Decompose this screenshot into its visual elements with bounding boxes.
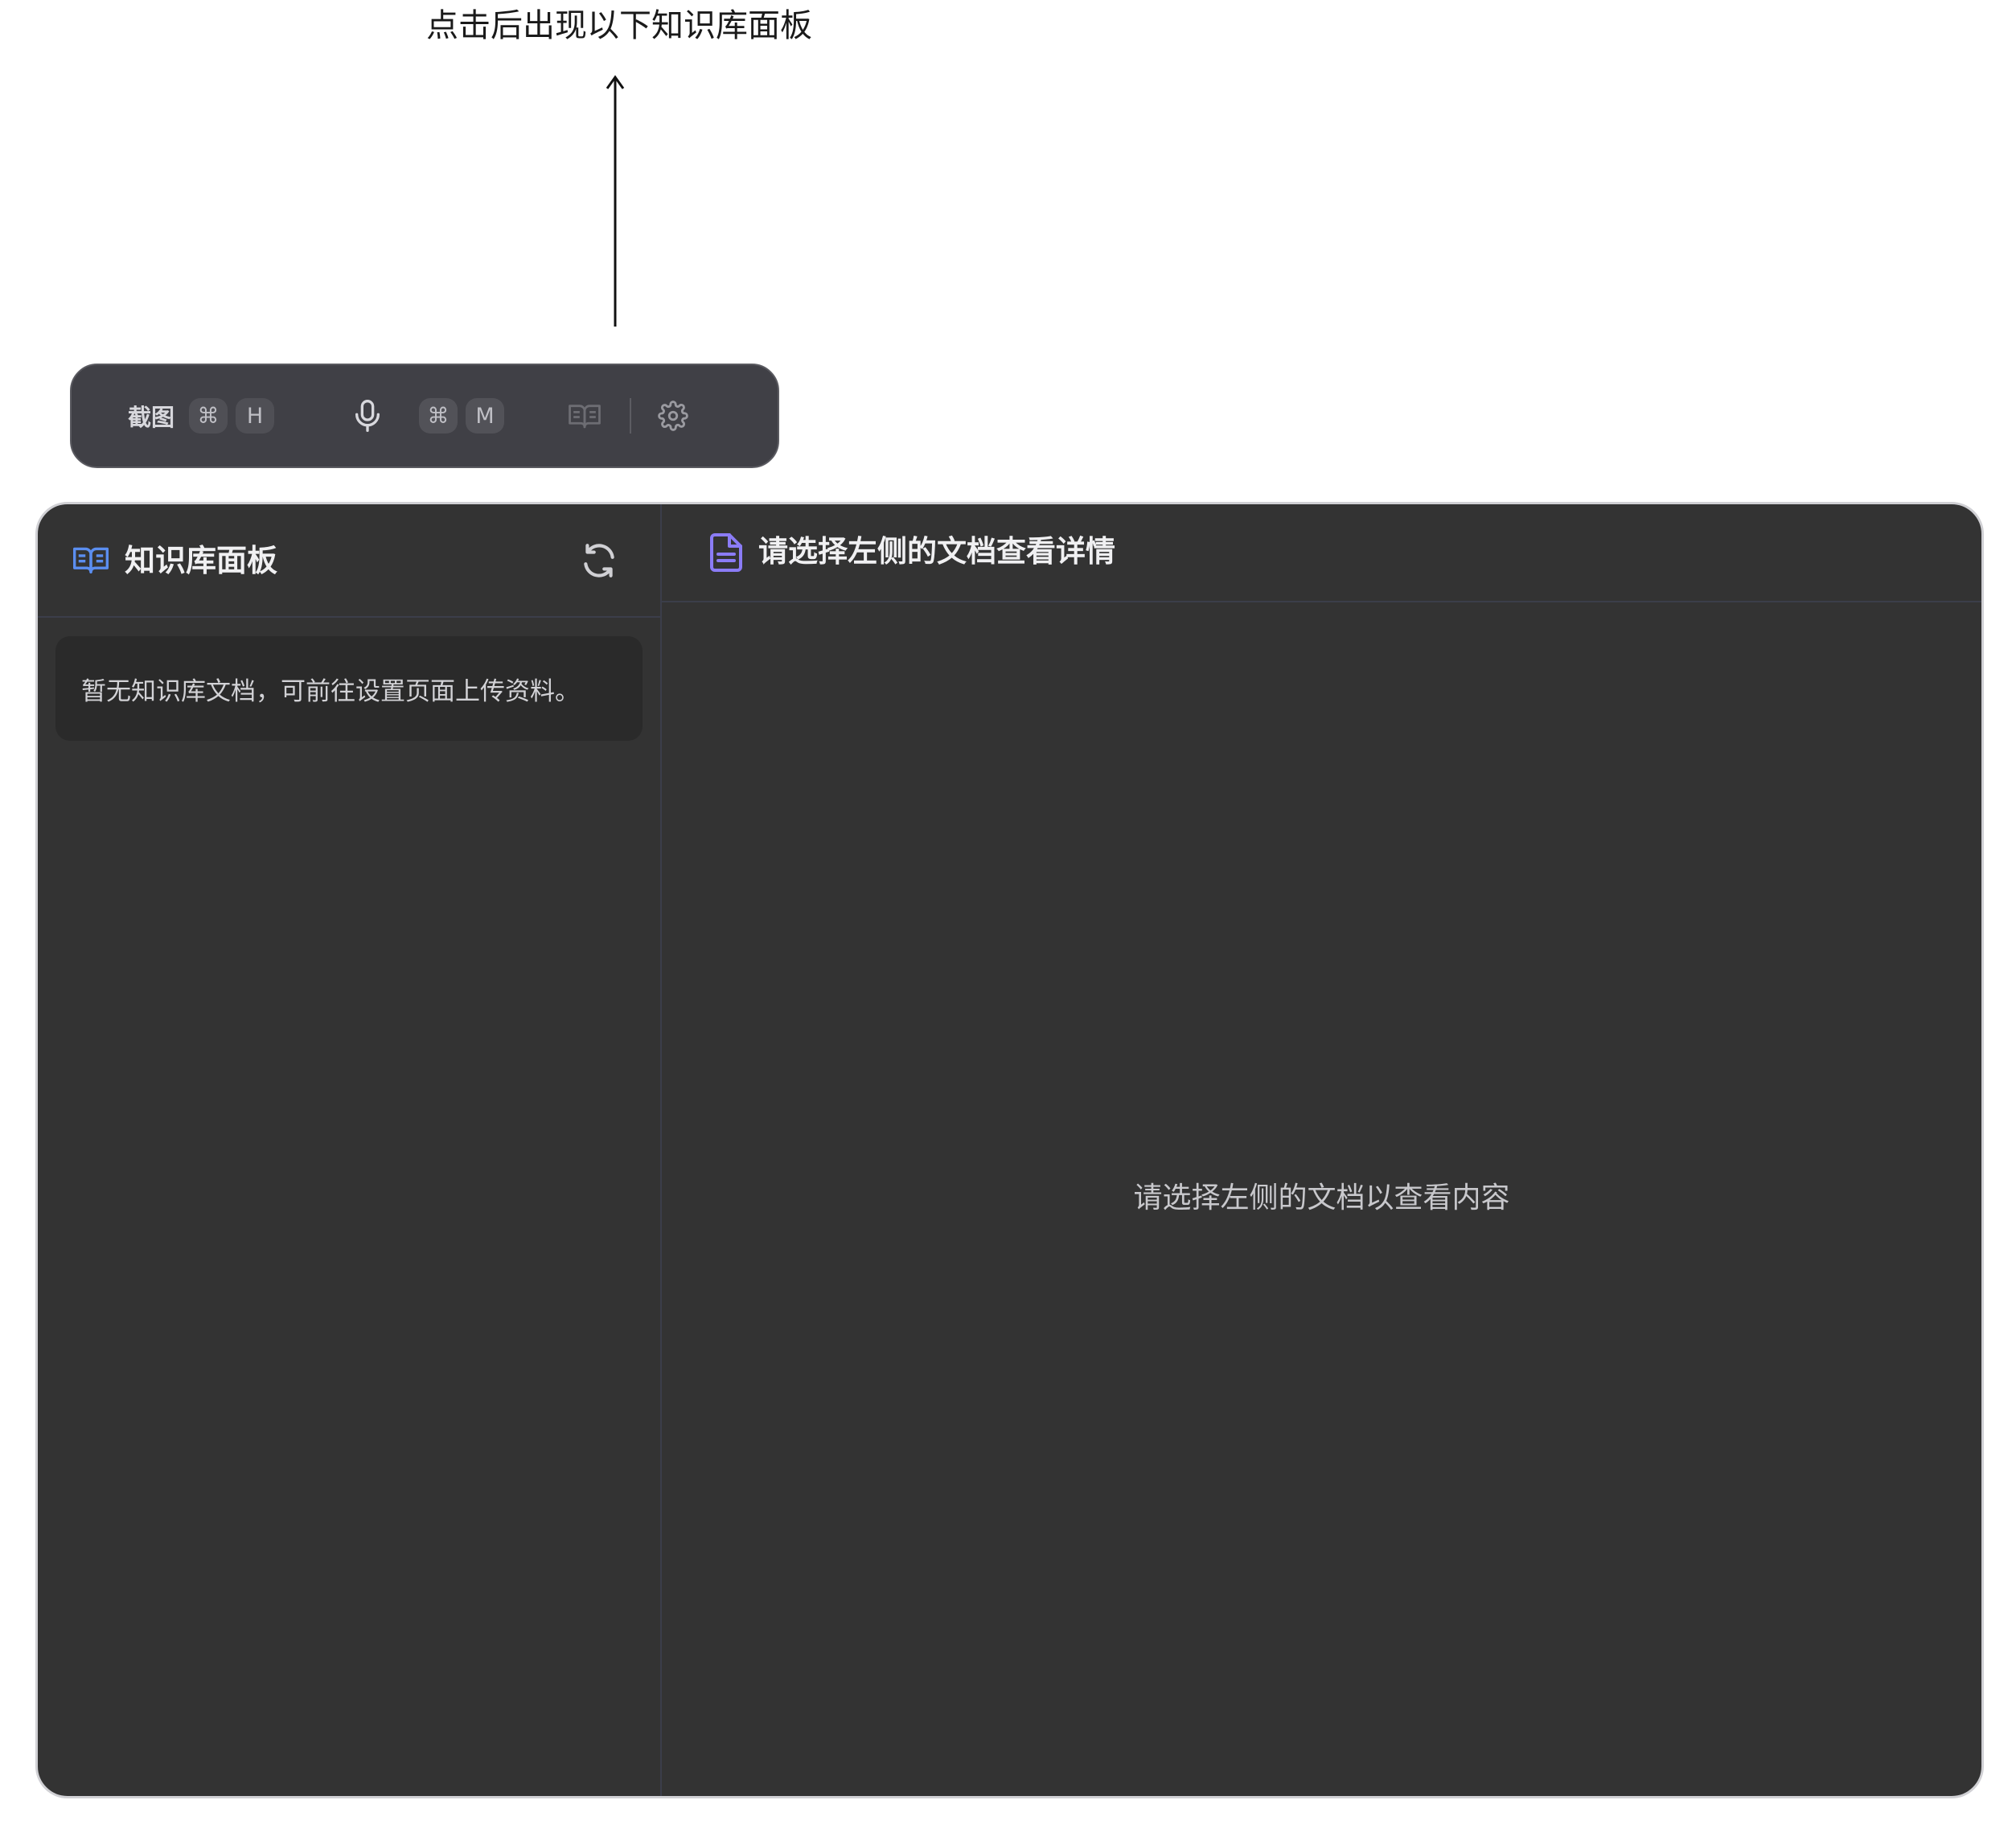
microphone-icon (347, 395, 388, 437)
sidebar: 知识库面板 暂无知识库文档，可前往设置页面上传资料。 (38, 504, 662, 1796)
screenshot-shortcut-cmd-key: ⌘ (189, 398, 228, 434)
voice-shortcut-m-key: M (466, 398, 505, 434)
sidebar-title: 知识库面板 (125, 543, 278, 578)
toolbar-divider (630, 398, 632, 434)
empty-state-message: 暂无知识库文档，可前往设置页面上传资料。 (55, 636, 643, 741)
sidebar-header: 知识库面板 (38, 504, 660, 618)
annotation-text: 点击后出现以下知识库面板 (426, 7, 812, 44)
detail-placeholder: 请选择左侧的文档以查看内容 (1133, 1182, 1510, 1214)
refresh-icon[interactable] (579, 540, 619, 581)
document-icon (710, 533, 742, 572)
knowledge-base-book-icon[interactable] (564, 395, 606, 437)
book-icon (73, 547, 109, 573)
voice-shortcut-cmd-key: ⌘ (419, 398, 458, 434)
screenshot-label: 截图 (128, 404, 175, 431)
gear-icon[interactable] (652, 395, 694, 437)
annotation-arrow-icon (606, 75, 625, 327)
voice-button[interactable]: ⌘ M (347, 395, 512, 437)
floating-toolbar: 截图 ⌘ H ⌘ M (70, 364, 779, 468)
detail-title: 请选择左侧的文档查看详情 (758, 534, 1115, 569)
screenshot-button[interactable]: 截图 ⌘ H (128, 398, 282, 434)
detail-header: 请选择左侧的文档查看详情 (662, 504, 1981, 602)
screenshot-shortcut-h-key: H (236, 398, 275, 434)
knowledge-base-panel: 知识库面板 暂无知识库文档，可前往设置页面上传资料。 请选择左侧的文档查看详情 … (35, 502, 1984, 1798)
